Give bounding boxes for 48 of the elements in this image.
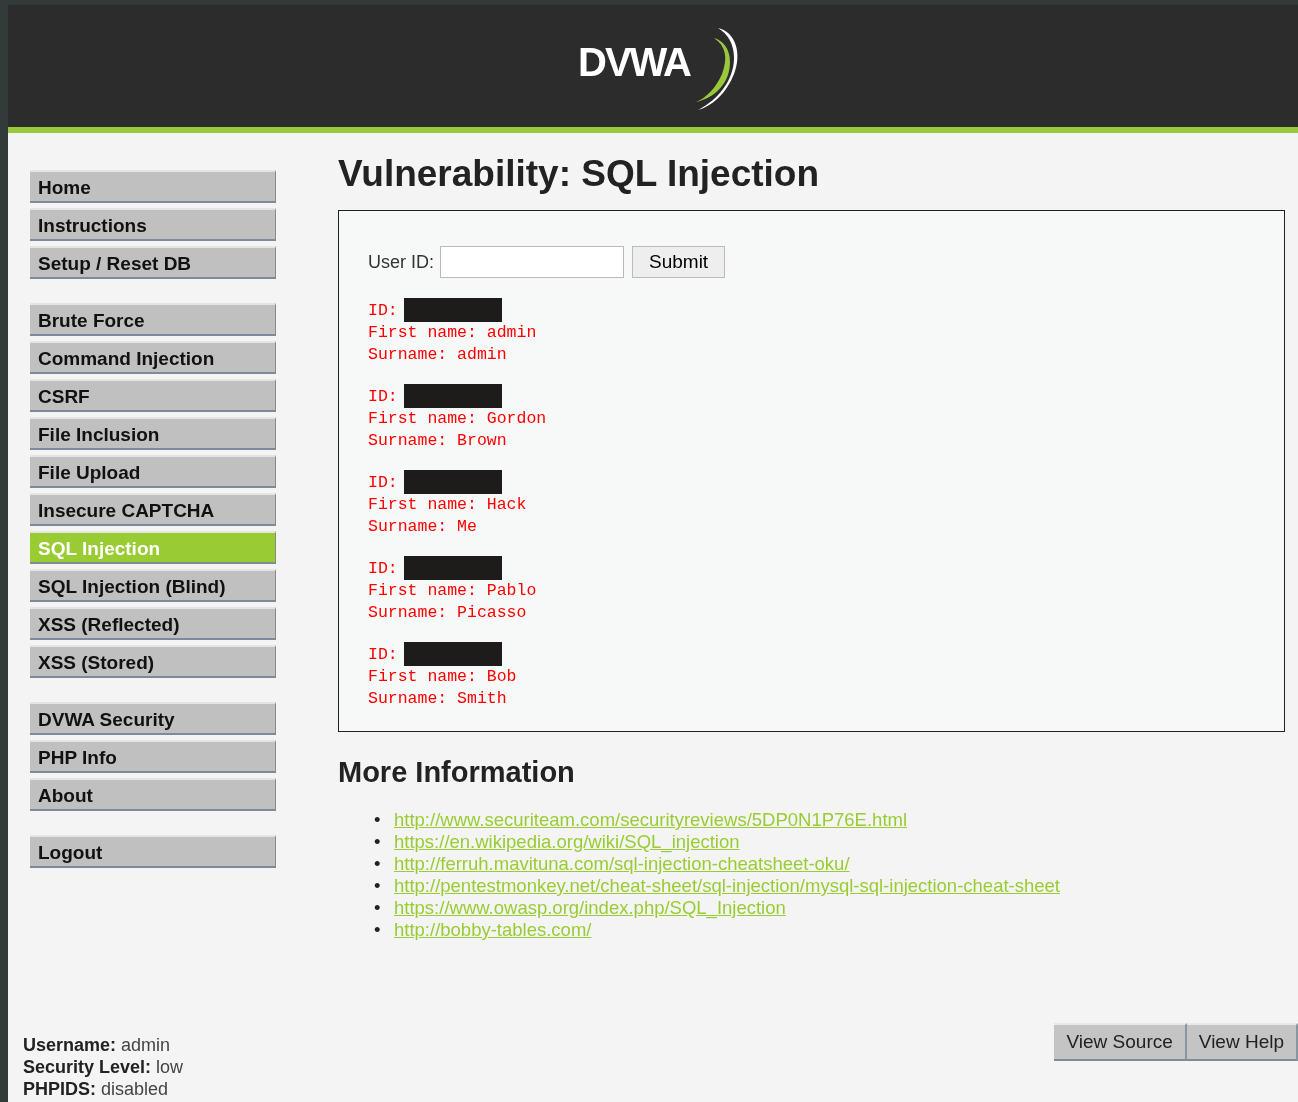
surname-text: Surname: admin bbox=[368, 344, 508, 366]
id-label: ID: bbox=[368, 300, 398, 322]
footer-button[interactable]: View Help bbox=[1186, 1023, 1298, 1061]
id-label: ID: bbox=[368, 558, 398, 580]
bullet: • bbox=[374, 875, 382, 897]
surname-text: Surname: Picasso bbox=[368, 602, 528, 624]
sidebar-item[interactable]: XSS (Reflected) bbox=[30, 607, 276, 640]
bullet: • bbox=[374, 831, 382, 853]
submit-button[interactable]: Submit bbox=[632, 246, 726, 278]
dvwa-logo: DVWA bbox=[578, 18, 738, 114]
sidebar-item[interactable]: PHP Info bbox=[30, 740, 276, 773]
surname-text: Surname: Smith bbox=[368, 688, 508, 710]
sidebar-item[interactable]: Instructions bbox=[30, 208, 276, 241]
sidebar-item[interactable]: CSRF bbox=[30, 379, 276, 412]
sidebar-item[interactable]: Insecure CAPTCHA bbox=[30, 493, 276, 526]
status-text: Username: admin bbox=[23, 1034, 172, 1056]
sidebar-item[interactable]: File Upload bbox=[30, 455, 276, 488]
sidebar-item[interactable]: Home bbox=[30, 170, 276, 203]
status-text: PHPIDS: disabled bbox=[23, 1078, 170, 1100]
sidebar-item[interactable]: SQL Injection (Blind) bbox=[30, 569, 276, 602]
sidebar-item[interactable]: File Inclusion bbox=[30, 417, 276, 450]
bullet: • bbox=[374, 897, 382, 919]
sidebar-item[interactable]: Logout bbox=[30, 835, 276, 868]
bullet: • bbox=[374, 919, 382, 941]
user-id-field[interactable] bbox=[440, 246, 624, 278]
first-name-text: First name: Gordon bbox=[368, 408, 548, 430]
first-name-text: First name: Hack bbox=[368, 494, 528, 516]
section-heading: More Information bbox=[338, 756, 576, 789]
first-name-text: First name: Bob bbox=[368, 666, 518, 688]
footer-button[interactable]: View Source bbox=[1054, 1023, 1187, 1061]
surname-text: Surname: Me bbox=[368, 516, 478, 538]
bullet: • bbox=[374, 853, 382, 875]
sidebar-item[interactable]: Brute Force bbox=[30, 303, 276, 336]
sidebar-item[interactable]: DVWA Security bbox=[30, 702, 276, 735]
status-text: Security Level: low bbox=[23, 1056, 184, 1078]
first-name-text: First name: Pablo bbox=[368, 580, 538, 602]
sidebar-item[interactable]: Command Injection bbox=[30, 341, 276, 374]
user-id-label: User ID: bbox=[368, 251, 434, 273]
sidebar-item[interactable]: Setup / Reset DB bbox=[30, 246, 276, 279]
id-label: ID: bbox=[368, 386, 398, 408]
id-label: ID: bbox=[368, 644, 398, 666]
page-title: Vulnerability: SQL Injection bbox=[338, 153, 821, 195]
sidebar-item[interactable]: XSS (Stored) bbox=[30, 645, 276, 678]
bullet: • bbox=[374, 809, 382, 831]
surname-text: Surname: Brown bbox=[368, 430, 508, 452]
id-label: ID: bbox=[368, 472, 398, 494]
sidebar-item[interactable]: About bbox=[30, 778, 276, 811]
first-name-text: First name: admin bbox=[368, 322, 538, 344]
